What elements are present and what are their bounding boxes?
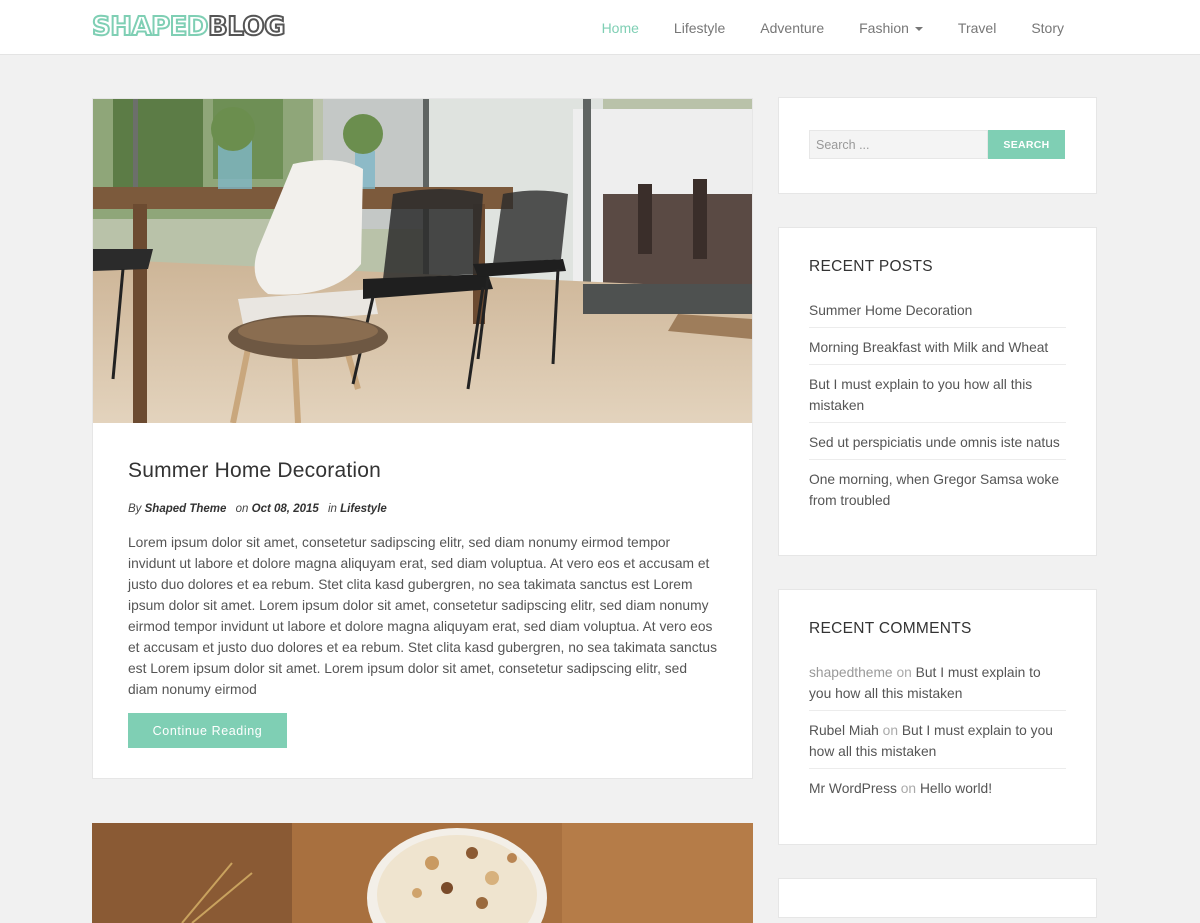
main-nav: Home Lifestyle Adventure Fashion Travel … [567,0,1064,55]
nav-story[interactable]: Story [1031,20,1064,36]
comment-on-label: on [882,723,898,738]
nav-lifestyle[interactable]: Lifestyle [674,20,725,36]
nav-adventure[interactable]: Adventure [760,20,824,36]
recent-post-item[interactable]: Sed ut perspiciatis unde omnis iste natu… [809,430,1066,460]
comment-on-label: on [900,781,917,796]
search-button[interactable]: SEARCH [988,130,1065,159]
post-title[interactable]: Summer Home Decoration [128,459,720,483]
post-category[interactable]: Lifestyle [340,503,387,515]
comment-on-label: on [896,665,912,680]
recent-post-item[interactable]: Summer Home Decoration [809,298,1066,328]
recent-posts-widget: RECENT POSTS Summer Home Decoration Morn… [778,227,1097,556]
nav-fashion-label: Fashion [859,19,909,36]
nav-home[interactable]: Home [602,20,639,36]
caret-down-icon [914,26,923,31]
recent-post-item[interactable]: But I must explain to you how all this m… [809,372,1066,423]
post-date[interactable]: Oct 08, 2015 [252,503,319,515]
post-excerpt: Lorem ipsum dolor sit amet, consetetur s… [128,535,717,697]
recent-posts-list: Summer Home Decoration Morning Breakfast… [809,298,1066,524]
search-input[interactable]: Search ... [809,130,988,159]
comment-post-link[interactable]: Hello world! [920,781,992,796]
dining-room-illustration [93,99,752,423]
site-logo[interactable]: SHAPEDBLOG [91,11,286,43]
logo-shaped: SHAPED [91,11,210,43]
search-widget: Search ... SEARCH [778,97,1097,194]
recent-comments-widget: RECENT COMMENTS shapedtheme on But I mus… [778,589,1097,845]
post-card: Summer Home Decoration By Shaped Theme o… [92,98,753,779]
continue-reading-button[interactable]: Continue Reading [128,713,287,748]
comment-item: Rubel Miah on But I must explain to you … [809,718,1066,769]
next-widget [778,878,1097,918]
nav-fashion[interactable]: Fashion [859,20,923,36]
recent-comments-list: shapedtheme on But I must explain to you… [809,660,1066,812]
post-author[interactable]: Shaped Theme [145,503,227,515]
comment-author[interactable]: Rubel Miah [809,723,879,738]
post-featured-image[interactable] [93,99,752,423]
post-meta: By Shaped Theme on Oct 08, 2015 in Lifes… [128,502,720,516]
meta-in-label: in [327,503,337,515]
recent-posts-title: RECENT POSTS [809,258,933,275]
comment-item: Mr WordPress on Hello world! [809,776,1066,805]
comment-author[interactable]: Mr WordPress [809,781,897,796]
recent-post-item[interactable]: Morning Breakfast with Milk and Wheat [809,335,1066,365]
breakfast-bowl-illustration [92,823,753,923]
recent-post-item[interactable]: One morning, when Gregor Samsa woke from… [809,467,1066,517]
next-post-image[interactable] [92,823,753,923]
site-header: SHAPEDBLOG Home Lifestyle Adventure Fash… [0,0,1200,55]
logo-blog: BLOG [207,11,286,43]
recent-comments-title: RECENT COMMENTS [809,620,972,637]
meta-by-label: By [128,503,142,515]
meta-on-label: on [235,503,249,515]
comment-author[interactable]: shapedtheme [809,665,893,680]
nav-travel[interactable]: Travel [958,20,996,36]
post-body: Summer Home Decoration By Shaped Theme o… [128,459,720,700]
comment-item: shapedtheme on But I must explain to you… [809,660,1066,711]
